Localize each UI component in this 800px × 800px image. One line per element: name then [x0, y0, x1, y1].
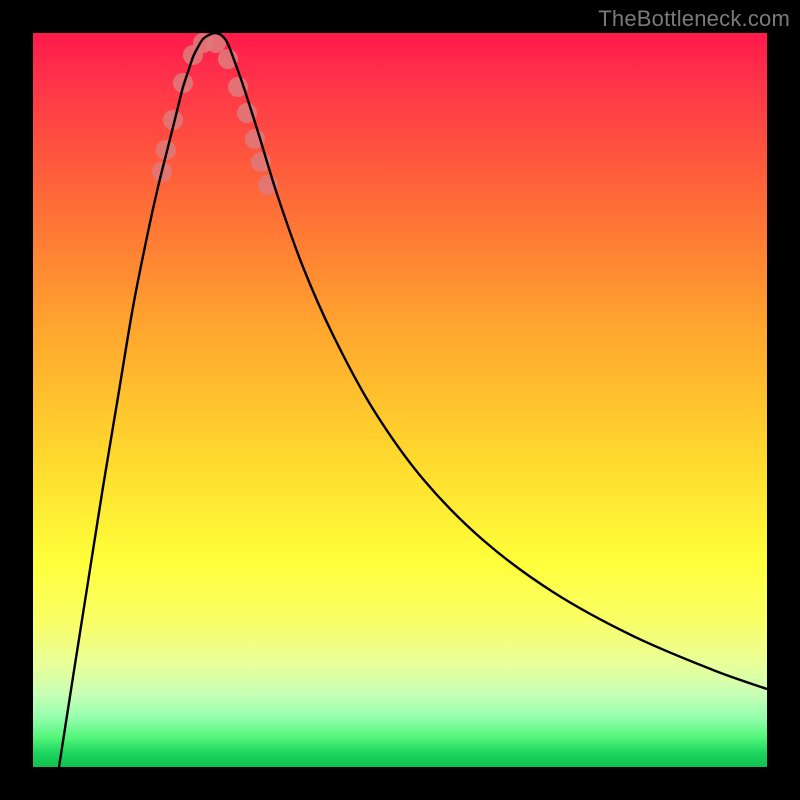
plot-area: [33, 33, 767, 767]
outer-frame: TheBottleneck.com: [0, 0, 800, 800]
watermark-text: TheBottleneck.com: [598, 6, 790, 32]
chart-svg: [33, 33, 767, 767]
marker-group: [152, 33, 278, 195]
